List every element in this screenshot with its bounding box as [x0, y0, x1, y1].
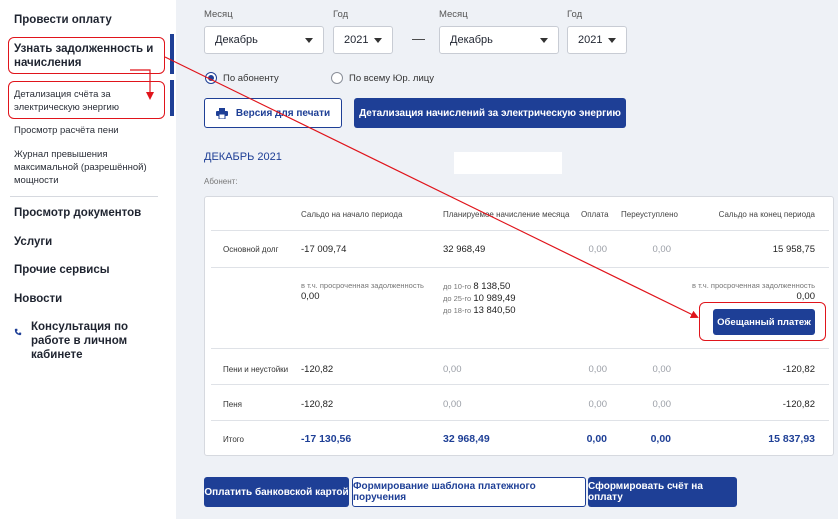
annotation-arrows [130, 56, 699, 318]
